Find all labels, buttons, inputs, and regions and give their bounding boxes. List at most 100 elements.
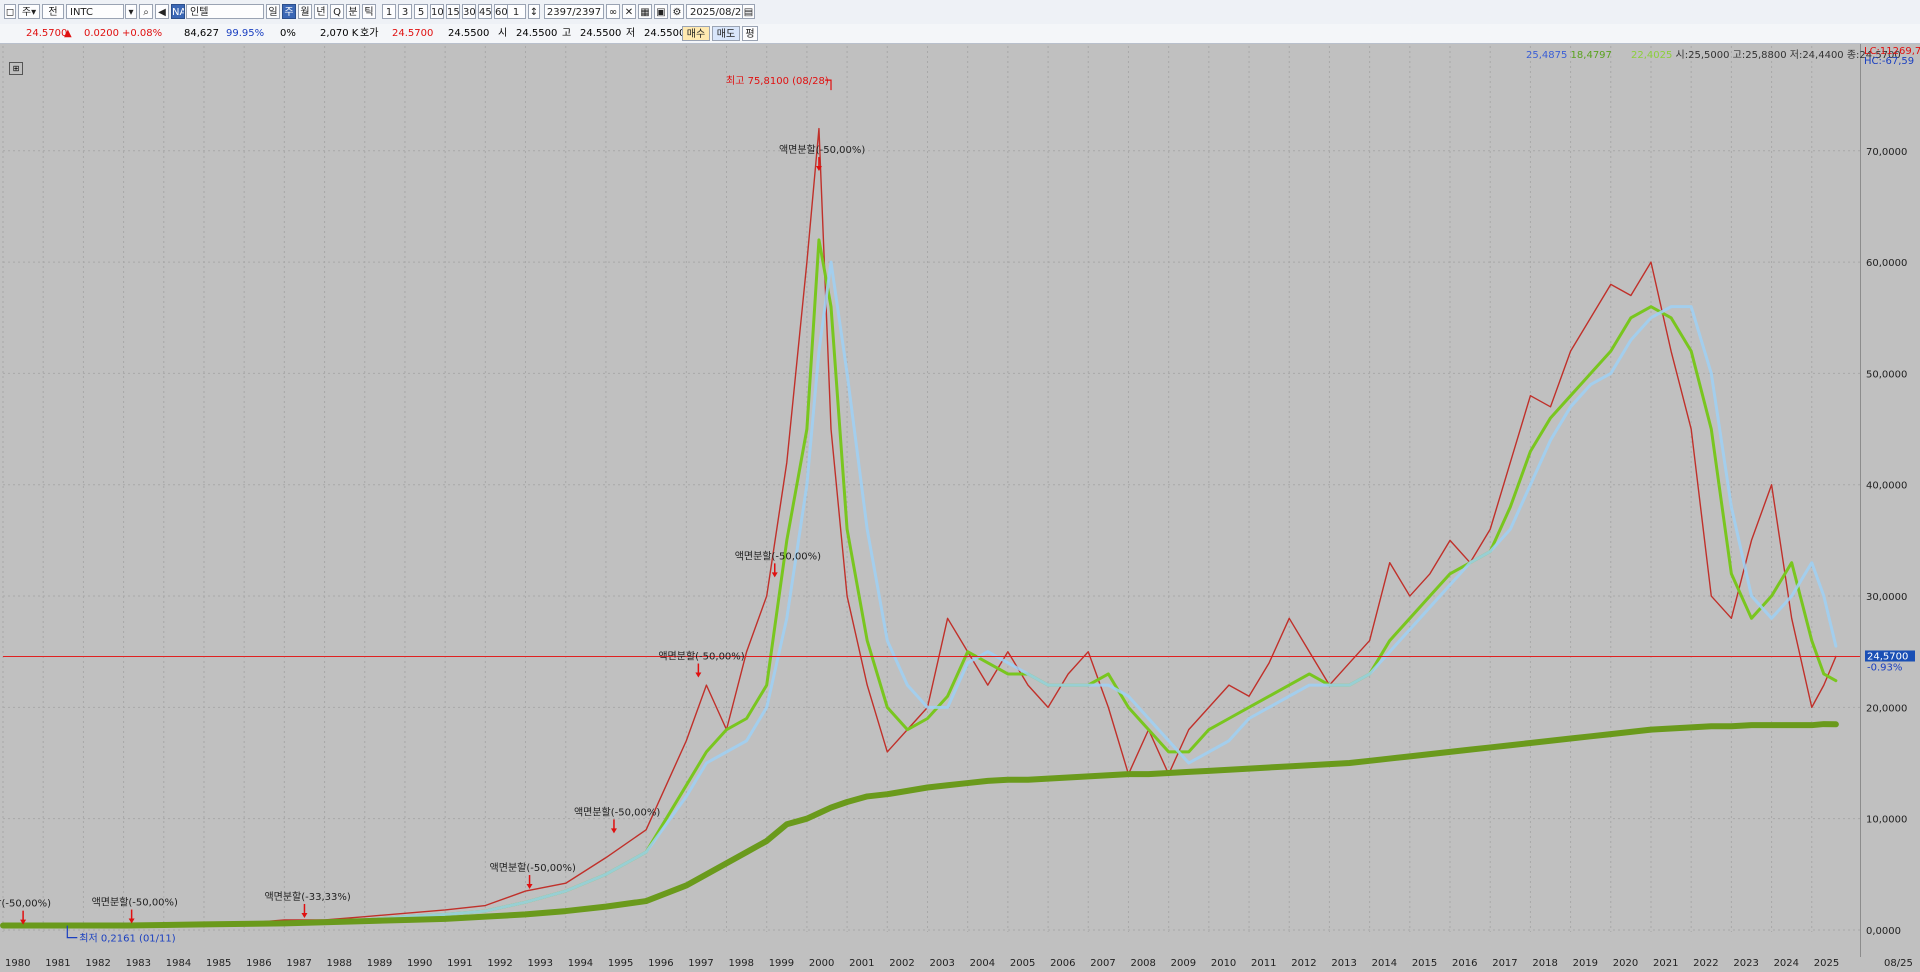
interval-button-5[interactable]: 30: [462, 4, 476, 19]
quote-bar: 24.5700 ▲ 0.0200 +0.08% 84,627 99.95% 0%…: [0, 24, 1920, 44]
link-icon[interactable]: ∞: [606, 4, 620, 19]
x-tick-label-28: 2008: [1130, 958, 1155, 969]
interval-button-7[interactable]: 60: [494, 4, 508, 19]
split-label-5: 액면분할(-50,00%): [658, 651, 744, 663]
interval-button-1[interactable]: 3: [398, 4, 412, 19]
period-button-0[interactable]: 일: [266, 4, 280, 19]
period-button-2[interactable]: 월: [298, 4, 312, 19]
legend-value-1: 25,4875: [1526, 50, 1568, 61]
ask: 24.5700: [392, 28, 434, 39]
symbol-value: INTC: [70, 7, 93, 18]
x-tick-label-39: 2019: [1573, 958, 1598, 969]
chart-legend: 25,4875 18,4797 22,4025 시:25,5000 고:25,8…: [1526, 46, 1901, 61]
period-button-1[interactable]: 주: [282, 4, 296, 19]
x-tick-label-4: 1984: [166, 958, 191, 969]
x-tick-label-2: 1982: [85, 958, 110, 969]
interval-input[interactable]: 1: [506, 4, 526, 19]
x-tick-label-24: 2004: [970, 958, 995, 969]
buy-label: 매수: [686, 29, 706, 40]
interval-button-6[interactable]: 45: [478, 4, 492, 19]
exchange-select[interactable]: 전: [42, 4, 64, 19]
high-value: 24.5500: [580, 28, 622, 39]
x-tick-label-9: 1989: [367, 958, 392, 969]
split-label-2: 액면분할(-33,33%): [264, 891, 350, 903]
x-tick-label-43: 2023: [1733, 958, 1758, 969]
grid-icon[interactable]: ▦: [638, 4, 652, 19]
flat-label: 평: [745, 29, 755, 40]
interval-button-2[interactable]: 5: [414, 4, 428, 19]
hc-label: HC:-67,59: [1864, 56, 1915, 67]
save-icon[interactable]: ▣: [654, 4, 668, 19]
high-annotation: 최고 75,8100 (08/28): [726, 75, 829, 87]
x-tick-label-17: 1997: [688, 958, 713, 969]
speaker-icon[interactable]: ◀: [155, 4, 169, 19]
x-tick-label-38: 2018: [1532, 958, 1557, 969]
bid: 24.5500: [448, 28, 490, 39]
x-tick-label-12: 1992: [487, 958, 512, 969]
period-button-5[interactable]: 분: [346, 4, 360, 19]
x-tick-label-3: 1983: [126, 958, 151, 969]
split-label-1: 액면분할(-50,00%): [92, 897, 178, 909]
y-tick-label-2: 20,0000: [1866, 703, 1907, 714]
x-tick-label-37: 2017: [1492, 958, 1517, 969]
split-arrowhead-6: [771, 572, 778, 578]
count-field[interactable]: 2397/2397: [544, 4, 604, 19]
x-tick-label-last: 08/25: [1884, 958, 1913, 969]
x-tick-label-21: 2001: [849, 958, 874, 969]
unlink-icon[interactable]: ✕: [622, 4, 636, 19]
x-tick-label-32: 2012: [1291, 958, 1316, 969]
search-icon[interactable]: ⌕: [139, 4, 153, 19]
x-tick-label-36: 2016: [1452, 958, 1477, 969]
symbol-input[interactable]: INTC: [66, 4, 124, 19]
x-tick-label-23: 2003: [929, 958, 954, 969]
current-change-label: -0.93%: [1867, 662, 1902, 673]
y-tick-label-0: 0,0000: [1866, 926, 1901, 937]
calendar-icon[interactable]: ▤: [742, 4, 755, 19]
sell-button[interactable]: 매도: [712, 26, 740, 41]
change: 0.0200: [84, 28, 119, 39]
x-tick-label-7: 1987: [286, 958, 311, 969]
legend-gap: [1615, 50, 1628, 61]
symbol-dropdown-icon[interactable]: ▾: [125, 4, 137, 19]
x-tick-label-0: 1980: [5, 958, 30, 969]
x-tick-label-42: 2022: [1693, 958, 1718, 969]
x-tick-label-5: 1985: [206, 958, 231, 969]
flat-button[interactable]: 평: [742, 26, 758, 41]
period-button-6[interactable]: 틱: [362, 4, 376, 19]
window-icon[interactable]: ◻: [4, 4, 16, 19]
low-value: 24.5500: [644, 28, 686, 39]
market-select[interactable]: 주▾: [18, 4, 40, 19]
exchange-label: 전: [48, 7, 58, 18]
period-button-3[interactable]: 년: [314, 4, 328, 19]
interval-spin-icon[interactable]: ↕: [528, 4, 540, 19]
x-tick-label-30: 2010: [1211, 958, 1236, 969]
y-tick-label-4: 40,0000: [1866, 481, 1907, 492]
x-tick-label-16: 1996: [648, 958, 673, 969]
sell-label: 매도: [716, 29, 736, 40]
split-label-7: 액면분할(-50,00%): [779, 144, 865, 156]
x-tick-label-14: 1994: [568, 958, 593, 969]
split-label-0: 분할(-50,00%): [0, 898, 51, 910]
interval-button-3[interactable]: 10: [430, 4, 444, 19]
gear-icon[interactable]: ⚙: [670, 4, 684, 19]
interval-button-0[interactable]: 1: [382, 4, 396, 19]
price-chart[interactable]: 24,5700-0.93% 0,0000 10,0000 20,0000 30,0000…: [0, 44, 1920, 972]
stock-name-field[interactable]: 인텔: [186, 4, 264, 19]
x-tick-label-15: 1995: [608, 958, 633, 969]
x-tick-label-40: 2020: [1613, 958, 1638, 969]
interval-button-4[interactable]: 15: [446, 4, 460, 19]
open-value: 24.5500: [516, 28, 558, 39]
split-arrowhead-4: [610, 828, 617, 834]
y-tick-label-5: 50,0000: [1866, 369, 1907, 380]
x-tick-label-29: 2009: [1171, 958, 1196, 969]
count-value: 2397/2397: [546, 7, 602, 18]
buy-button[interactable]: 매수: [682, 26, 710, 41]
split-label-4: 액면분할(-50,00%): [574, 806, 660, 818]
x-tick-label-1: 1981: [45, 958, 70, 969]
series-line-1: [1, 238, 1838, 929]
date-value: 2025/08/25: [690, 7, 748, 18]
period-button-4[interactable]: Q: [330, 4, 344, 19]
hoga-label: 호가: [360, 28, 379, 39]
table-icon[interactable]: ⊞: [9, 62, 23, 75]
x-tick-label-44: 2024: [1774, 958, 1799, 969]
